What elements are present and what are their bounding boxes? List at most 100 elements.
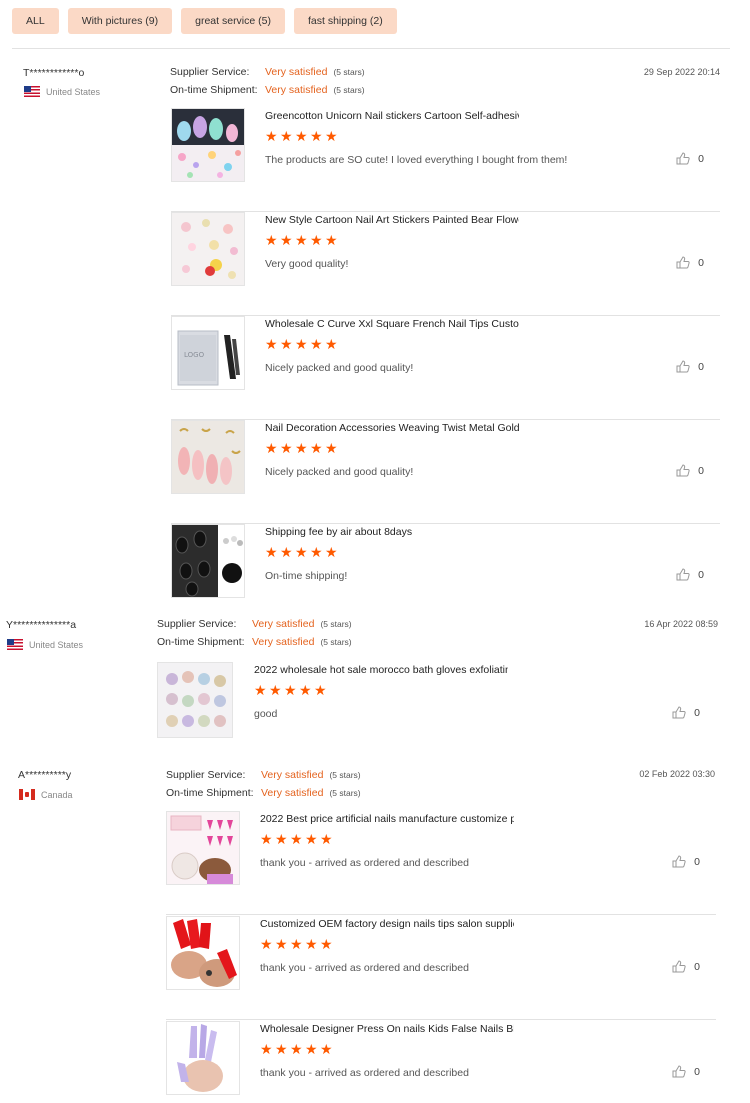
buyer-name: A**********y <box>18 769 72 781</box>
supplier-service-value: Very satisfied <box>252 618 315 630</box>
supplier-service-rating: Supplier Service: Very satisfied (5 star… <box>166 769 361 781</box>
shipment-stars: (5 stars) <box>329 788 361 798</box>
star-rating: ★ ★ ★ ★ ★ <box>265 128 338 144</box>
review-item: LOGO Wholesale C Curve Xxl Square French… <box>171 316 720 420</box>
star-icon: ★ <box>320 831 333 847</box>
product-title[interactable]: Customized OEM factory design nails tips… <box>260 918 514 930</box>
thumbs-up-icon <box>676 256 690 269</box>
product-thumbnail[interactable] <box>171 108 245 182</box>
like-button[interactable]: 0 <box>676 568 704 581</box>
review-item: 2022 Best price artificial nails manufac… <box>166 811 716 915</box>
star-icon: ★ <box>310 336 323 352</box>
review-comment: thank you - arrived as ordered and descr… <box>260 1067 469 1079</box>
product-title[interactable]: New Style Cartoon Nail Art Stickers Pain… <box>265 214 519 226</box>
product-title[interactable]: Nail Decoration Accessories Weaving Twis… <box>265 422 519 434</box>
product-thumbnail[interactable] <box>166 811 240 885</box>
star-icon: ★ <box>310 232 323 248</box>
star-icon: ★ <box>305 936 318 952</box>
review-item: New Style Cartoon Nail Art Stickers Pain… <box>171 212 720 316</box>
like-count: 0 <box>698 464 704 477</box>
product-thumbnail[interactable] <box>171 420 245 494</box>
star-icon: ★ <box>295 336 308 352</box>
star-icon: ★ <box>260 831 273 847</box>
review-comment: The products are SO cute! I loved everyt… <box>265 154 568 166</box>
like-count: 0 <box>694 706 700 719</box>
review-comment: Very good quality! <box>265 258 349 270</box>
buyer-name: T************o <box>23 67 85 79</box>
star-icon: ★ <box>265 440 278 456</box>
product-thumbnail[interactable] <box>157 662 233 738</box>
star-icon: ★ <box>280 232 293 248</box>
like-button[interactable]: 0 <box>672 855 700 868</box>
us-flag-icon <box>24 86 40 97</box>
product-title[interactable]: Wholesale Designer Press On nails Kids F… <box>260 1023 514 1035</box>
like-button[interactable]: 0 <box>676 464 704 477</box>
country-label: United States <box>29 639 84 650</box>
supplier-service-stars: (5 stars) <box>320 619 352 629</box>
product-title[interactable]: 2022 Best price artificial nails manufac… <box>260 813 514 825</box>
star-icon: ★ <box>290 936 303 952</box>
product-title[interactable]: Greencotton Unicorn Nail stickers Cartoo… <box>265 110 519 122</box>
shipment-stars: (5 stars) <box>333 85 365 95</box>
star-icon: ★ <box>260 936 273 952</box>
thumbs-up-icon <box>676 464 690 477</box>
product-title[interactable]: Wholesale C Curve Xxl Square French Nail… <box>265 318 519 330</box>
item-divider <box>166 914 716 915</box>
product-thumbnail[interactable] <box>171 212 245 286</box>
star-icon: ★ <box>280 440 293 456</box>
like-button[interactable]: 0 <box>672 1065 700 1078</box>
star-icon: ★ <box>275 936 288 952</box>
supplier-service-label: Supplier Service: <box>166 769 246 781</box>
thumbs-up-icon <box>676 360 690 373</box>
buyer-name: Y**************a <box>6 619 77 631</box>
review-item: Shipping fee by air about 8days ★ ★ ★ ★ ★ On… <box>171 524 720 604</box>
star-icon: ★ <box>320 936 333 952</box>
product-thumbnail[interactable] <box>171 524 245 598</box>
product-thumbnail[interactable] <box>166 916 240 990</box>
star-icon: ★ <box>310 128 323 144</box>
star-rating: ★ ★ ★ ★ ★ <box>265 336 338 352</box>
star-rating: ★ ★ ★ ★ ★ <box>265 545 338 559</box>
review-card: A**********y Canada Supplier Service: Ve… <box>0 750 750 1103</box>
like-button[interactable]: 0 <box>676 256 704 269</box>
like-button[interactable]: 0 <box>676 360 704 373</box>
thumbs-up-icon <box>676 152 690 165</box>
like-count: 0 <box>694 855 700 868</box>
review-date: 29 Sep 2022 20:14 <box>643 67 720 77</box>
product-title[interactable]: 2022 wholesale hot sale morocco bath glo… <box>254 664 508 676</box>
supplier-service-value: Very satisfied <box>265 66 328 78</box>
star-icon: ★ <box>265 232 278 248</box>
like-button[interactable]: 0 <box>672 706 700 719</box>
thumbs-up-icon <box>672 960 686 973</box>
review-comment: good <box>254 708 278 720</box>
thumbs-up-icon <box>672 1065 686 1078</box>
supplier-service-rating: Supplier Service: Very satisfied (5 star… <box>170 66 365 78</box>
supplier-service-rating: Supplier Service: Very satisfied (5 star… <box>157 618 352 630</box>
star-rating: ★ ★ ★ ★ ★ <box>260 1041 333 1057</box>
svg-text:LOGO: LOGO <box>184 351 205 359</box>
star-icon: ★ <box>269 682 282 698</box>
canada-flag-icon <box>19 789 35 800</box>
star-icon: ★ <box>310 440 323 456</box>
supplier-service-label: Supplier Service: <box>157 618 237 630</box>
like-button[interactable]: 0 <box>676 152 704 165</box>
star-icon: ★ <box>280 128 293 144</box>
star-rating: ★ ★ ★ ★ ★ <box>260 831 333 847</box>
thumbs-up-icon <box>672 706 686 719</box>
supplier-service-value: Very satisfied <box>261 769 324 781</box>
review-comment: On-time shipping! <box>265 570 348 582</box>
review-comment: thank you - arrived as ordered and descr… <box>260 857 469 869</box>
star-icon: ★ <box>305 831 318 847</box>
star-icon: ★ <box>290 831 303 847</box>
like-button[interactable]: 0 <box>672 960 700 973</box>
product-title[interactable]: Shipping fee by air about 8days <box>265 526 519 538</box>
star-icon: ★ <box>295 232 308 248</box>
product-thumbnail[interactable]: LOGO <box>171 316 245 390</box>
star-icon: ★ <box>325 128 338 144</box>
product-thumbnail[interactable] <box>166 1021 240 1095</box>
star-icon: ★ <box>320 1041 333 1057</box>
shipment-value: Very satisfied <box>261 787 324 799</box>
shipment-rating: On-time Shipment: Very satisfied (5 star… <box>170 84 365 96</box>
review-item: Greencotton Unicorn Nail stickers Cartoo… <box>171 108 720 212</box>
thumbs-up-icon <box>672 855 686 868</box>
